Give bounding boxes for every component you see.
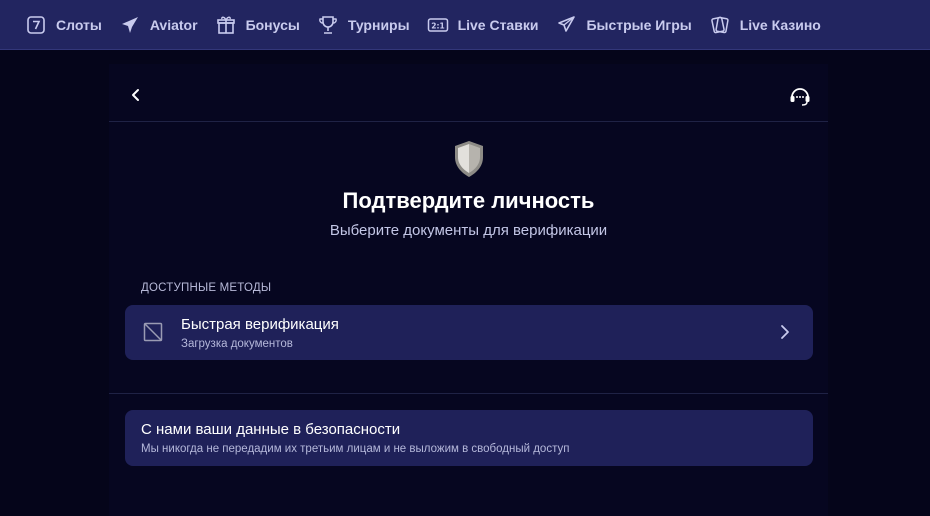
divider bbox=[109, 393, 828, 394]
verification-panel: Подтвердите личность Выберите документы … bbox=[109, 64, 828, 516]
trophy-icon bbox=[317, 14, 339, 36]
nav-item-live-bets[interactable]: 2:1 Live Ставки bbox=[427, 0, 539, 50]
shield-icon bbox=[455, 141, 483, 177]
nav-item-label: Бонусы bbox=[245, 16, 300, 33]
plane-icon bbox=[119, 14, 141, 36]
nav-item-slots[interactable]: Слоты bbox=[25, 0, 102, 50]
nav-item-label: Турниры bbox=[347, 16, 410, 33]
top-navigation: Слоты Aviator Бонусы Турниры 2:1 Live Ст… bbox=[0, 0, 930, 50]
page-subtitle: Выберите документы для верификации bbox=[329, 222, 608, 239]
cards-icon bbox=[709, 14, 731, 36]
method-title: Быстрая верификация bbox=[181, 316, 339, 333]
section-label: ДОСТУПНЫЕ МЕТОДЫ bbox=[141, 282, 272, 294]
document-placeholder-icon bbox=[143, 322, 163, 342]
nav-item-aviator[interactable]: Aviator bbox=[119, 0, 198, 50]
info-title: С нами ваши данные в безопасности bbox=[141, 421, 401, 438]
nav-item-tournaments[interactable]: Турниры bbox=[317, 0, 410, 50]
chevron-right-icon bbox=[781, 325, 789, 339]
nav-item-label: Live Казино bbox=[739, 16, 821, 33]
chevron-left-icon bbox=[132, 89, 139, 101]
nav-item-label: Live Ставки bbox=[457, 16, 539, 33]
info-subtitle: Мы никогда не передадим их третьим лицам… bbox=[141, 443, 570, 455]
slot-seven-icon bbox=[25, 14, 47, 36]
gift-icon bbox=[215, 14, 237, 36]
svg-text:2:1: 2:1 bbox=[431, 21, 444, 30]
security-info-card: С нами ваши данные в безопасности Мы ник… bbox=[125, 410, 813, 466]
quick-verification-option[interactable]: Быстрая верификация Загрузка документов bbox=[125, 305, 813, 360]
nav-item-live-casino[interactable]: Live Казино bbox=[709, 0, 821, 50]
scoreboard-icon: 2:1 bbox=[427, 14, 449, 36]
nav-item-label: Слоты bbox=[56, 16, 102, 33]
support-button[interactable] bbox=[787, 83, 813, 109]
panel-header bbox=[109, 64, 828, 122]
nav-item-fast-games[interactable]: Быстрые Игры bbox=[555, 0, 692, 50]
back-button[interactable] bbox=[125, 84, 147, 106]
nav-item-bonuses[interactable]: Бонусы bbox=[215, 0, 300, 50]
page-title: Подтвердите личность bbox=[342, 188, 595, 213]
nav-item-label: Aviator bbox=[149, 16, 198, 33]
headset-icon bbox=[790, 88, 810, 106]
rocket-icon bbox=[555, 14, 577, 36]
method-subtitle: Загрузка документов bbox=[181, 338, 293, 350]
nav-item-label: Быстрые Игры bbox=[586, 16, 692, 33]
